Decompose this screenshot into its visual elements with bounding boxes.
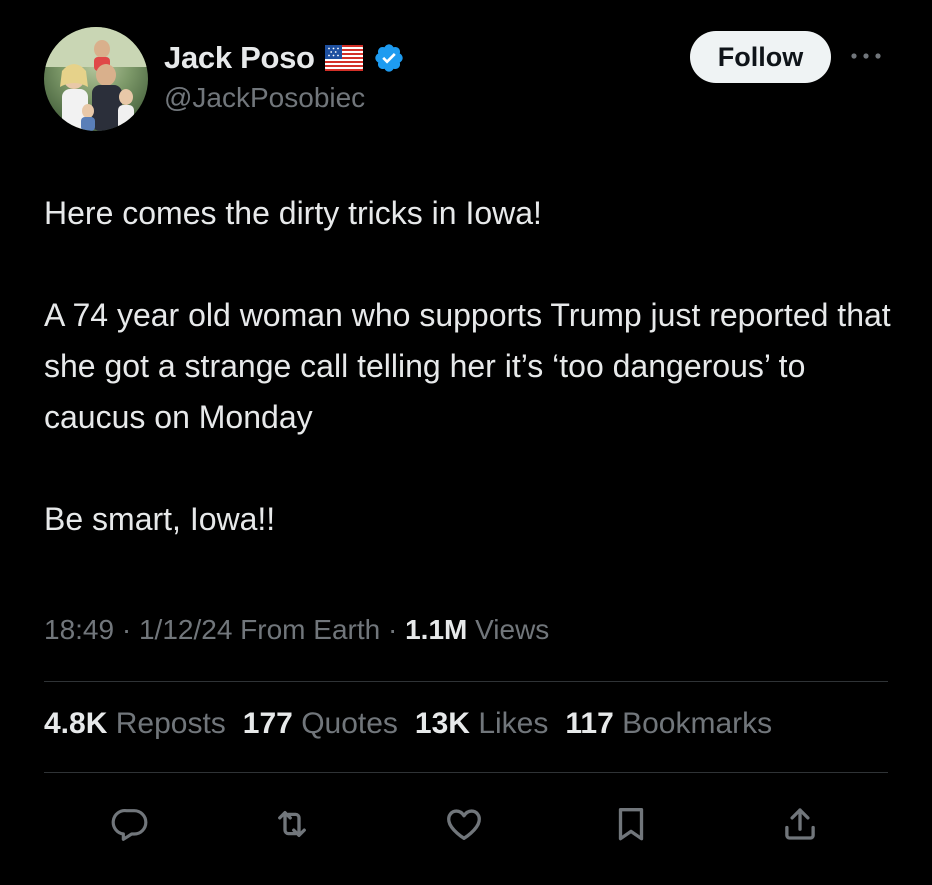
bookmark-icon: [618, 807, 644, 841]
likes-label: Likes: [478, 707, 549, 740]
reposts-count: 4.8K: [44, 707, 108, 740]
avatar-photo: [44, 27, 148, 131]
bookmarks-stat[interactable]: 117 Bookmarks: [565, 707, 772, 741]
author-display-name[interactable]: Jack Poso: [164, 40, 315, 76]
quotes-stat[interactable]: 177 Quotes: [243, 707, 398, 741]
bookmark-button[interactable]: [607, 800, 655, 848]
likes-stat[interactable]: 13K Likes: [415, 707, 548, 741]
meta-separator: ·: [114, 614, 139, 645]
tweet-meta: 18:49 · 1/12/24 From Earth · 1.1M Views: [44, 614, 549, 646]
like-button[interactable]: [440, 800, 488, 848]
tweet-paragraph: A 74 year old woman who supports Trump j…: [44, 297, 891, 435]
bookmarks-count: 117: [565, 707, 614, 740]
heart-icon: [447, 809, 481, 841]
more-horizontal-icon[interactable]: [848, 46, 884, 66]
reply-icon: [111, 809, 148, 841]
engagement-stats: 4.8K Reposts 177 Quotes 13K Likes 117 Bo…: [44, 707, 772, 741]
tweet-detail: Jack Poso @JackPosobiec Follow Here come…: [0, 0, 932, 885]
share-icon: [785, 808, 815, 840]
quotes-label: Quotes: [301, 707, 398, 740]
us-flag-icon: [324, 45, 363, 71]
repost-icon: [278, 810, 306, 838]
author-handle[interactable]: @JackPosobiec: [164, 82, 365, 114]
tweet-time[interactable]: 18:49: [44, 614, 114, 645]
tweet-paragraph: Here comes the dirty tricks in Iowa!: [44, 195, 542, 231]
author-name-row: Jack Poso: [164, 38, 405, 78]
verified-badge-icon[interactable]: [373, 42, 405, 74]
meta-separator: ·: [380, 614, 406, 645]
avatar[interactable]: [44, 27, 148, 131]
share-button[interactable]: [776, 800, 824, 848]
follow-button[interactable]: Follow: [690, 31, 831, 83]
tweet-date[interactable]: 1/12/24: [139, 614, 232, 645]
quotes-count: 177: [242, 707, 293, 740]
views-label: Views: [475, 614, 550, 645]
divider: [44, 772, 888, 773]
tweet-source: From Earth: [240, 614, 381, 645]
bookmarks-label: Bookmarks: [622, 707, 773, 740]
repost-button[interactable]: [268, 800, 316, 848]
views-count[interactable]: 1.1M: [405, 614, 467, 645]
reply-button[interactable]: [106, 800, 154, 848]
reposts-stat[interactable]: 4.8K Reposts: [44, 707, 226, 741]
reposts-label: Reposts: [115, 707, 226, 740]
tweet-paragraph: Be smart, Iowa!!: [44, 501, 276, 537]
divider: [44, 681, 888, 682]
tweet-text: Here comes the dirty tricks in Iowa! A 7…: [44, 188, 894, 545]
likes-count: 13K: [414, 707, 470, 740]
